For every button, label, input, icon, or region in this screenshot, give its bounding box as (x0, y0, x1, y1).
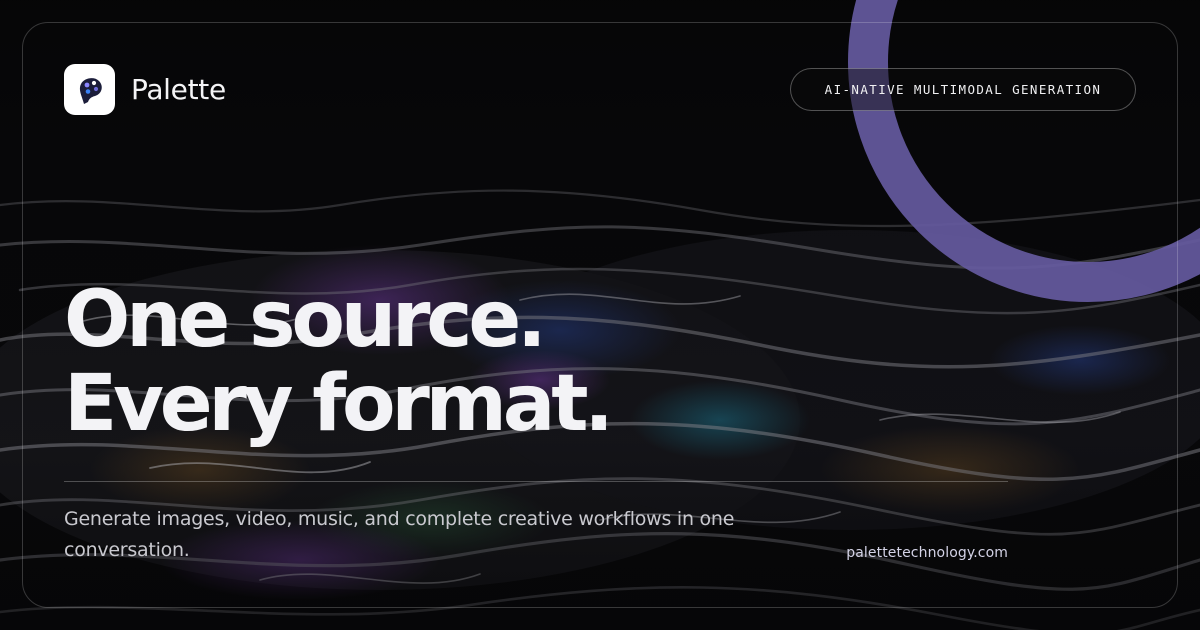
palette-icon (79, 77, 102, 104)
divider (64, 481, 1008, 482)
brand-logo (64, 64, 115, 115)
headline: One source. Every format. (64, 278, 964, 446)
tagline-pill: AI-NATIVE MULTIMODAL GENERATION (790, 68, 1136, 111)
share-card: Palette AI-NATIVE MULTIMODAL GENERATION … (0, 0, 1200, 630)
headline-line-1: One source. (64, 275, 547, 365)
brand-name: Palette (131, 73, 226, 106)
headline-line-2: Every format. (64, 359, 614, 449)
subtitle: Generate images, video, music, and compl… (64, 508, 735, 561)
site-url: palettetechnology.com (846, 545, 1008, 561)
